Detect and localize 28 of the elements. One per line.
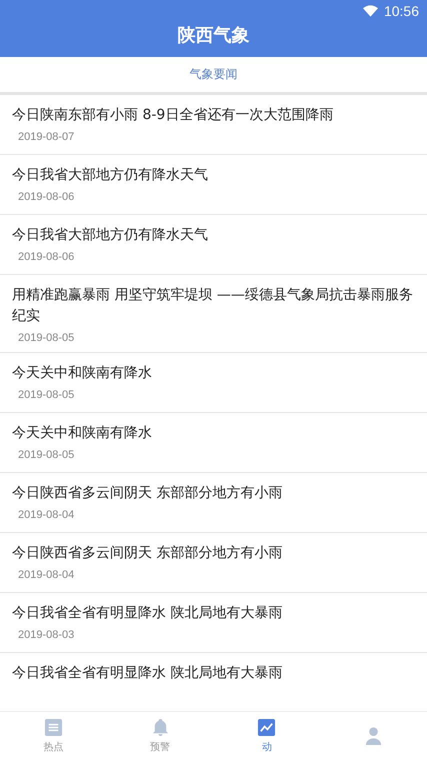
person-icon <box>364 726 384 745</box>
news-title[interactable]: 今天关中和陕南有降水 <box>12 423 417 444</box>
news-title[interactable]: 今日陕西省多云间阴天 东部部分地方有小雨 <box>12 543 417 564</box>
chart-icon <box>257 718 276 736</box>
news-date: 2019-08-06 <box>17 251 76 263</box>
news-date: 2019-08-04 <box>17 569 76 581</box>
news-date: 2019-08-04 <box>17 509 76 521</box>
nav-tab[interactable]: 动 <box>214 712 320 759</box>
news-date: 2019-08-05 <box>17 332 76 344</box>
news-date: 2019-08-05 <box>17 449 76 461</box>
bell-icon <box>150 718 170 736</box>
news-date: 2019-08-07 <box>17 131 76 143</box>
news-title[interactable]: 今日我省全省有明显降水 陕北局地有大暴雨 <box>12 663 417 684</box>
wifi-icon <box>362 5 378 17</box>
news-date: 2019-08-03 <box>17 629 76 641</box>
news-title[interactable]: 今日陕西省多云间阴天 东部部分地方有小雨 <box>12 483 417 504</box>
news-title[interactable]: 今日我省全省有明显降水 陕北局地有大暴雨 <box>12 603 417 624</box>
news-date: 2019-08-05 <box>17 389 76 401</box>
status-time: 10:56 <box>384 3 419 19</box>
app-title: 陕西气象 <box>176 24 250 48</box>
news-title[interactable]: 用精准跑赢暴雨 用坚守筑牢堤坝 ——绥德县气象局抗击暴雨服务纪实 <box>12 285 417 327</box>
news-date: 2019-08-06 <box>17 191 76 203</box>
news-title[interactable]: 今天关中和陕南有降水 <box>12 363 417 384</box>
news-title[interactable]: 今日我省大部地方仍有降水天气 <box>12 225 417 246</box>
news-title[interactable]: 今日我省大部地方仍有降水天气 <box>12 165 417 186</box>
document-icon <box>44 718 63 736</box>
news-title[interactable]: 今日陕南东部有小雨 8-9日全省还有一次大范围降雨 <box>12 105 417 126</box>
tab[interactable]: 气象要闻 <box>180 57 248 92</box>
